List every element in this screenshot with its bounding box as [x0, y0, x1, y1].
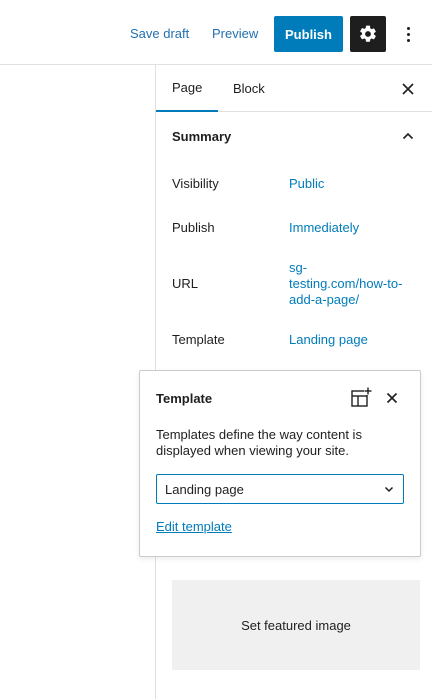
- visibility-toggle[interactable]: Public: [289, 176, 324, 192]
- tab-page[interactable]: Page: [156, 65, 219, 112]
- url-label: URL: [172, 276, 199, 291]
- publish-date-label: Publish: [172, 220, 215, 235]
- chevron-up-icon: [396, 124, 420, 148]
- template-description: Templates define the way content is disp…: [156, 427, 362, 458]
- add-template-icon: [351, 387, 372, 407]
- featured-image-label: Set featured image: [241, 617, 351, 633]
- preview-button[interactable]: Preview: [212, 26, 258, 42]
- publish-button[interactable]: Publish: [274, 16, 343, 52]
- template-label: Template: [172, 332, 225, 347]
- close-popover-button[interactable]: [380, 386, 404, 410]
- more-options-button[interactable]: [396, 22, 420, 46]
- close-icon: [386, 392, 398, 404]
- url-line: add-a-page/: [289, 292, 360, 307]
- template-popover: Template Templates define the way conten…: [139, 370, 421, 557]
- template-select[interactable]: Landing page: [156, 474, 404, 504]
- close-icon: [402, 83, 414, 95]
- popover-title: Template: [156, 391, 213, 406]
- url-line: sg-: [289, 260, 308, 275]
- vertical-ellipsis-icon: [406, 26, 410, 30]
- close-sidebar-button[interactable]: [396, 77, 420, 101]
- template-toggle[interactable]: Landing page: [289, 332, 368, 348]
- edit-template-link[interactable]: Edit template: [156, 519, 232, 534]
- add-template-button[interactable]: [349, 386, 373, 410]
- set-featured-image-button[interactable]: Set featured image: [172, 580, 420, 670]
- settings-button[interactable]: [350, 16, 386, 52]
- publish-date-toggle[interactable]: Immediately: [289, 220, 359, 236]
- tab-block-label: Block: [233, 81, 265, 96]
- publish-button-label: Publish: [285, 26, 332, 42]
- visibility-label: Visibility: [172, 176, 219, 191]
- save-draft-button[interactable]: Save draft: [130, 26, 189, 42]
- gear-icon: [360, 25, 376, 42]
- url-line: testing.com/how-to-: [289, 276, 403, 291]
- tab-page-label: Page: [172, 80, 203, 95]
- editor-header: Save draft Preview Publish: [0, 0, 432, 65]
- template-select-value: Landing page: [165, 481, 244, 497]
- url-toggle[interactable]: sg- testing.com/how-to- add-a-page/: [289, 260, 424, 308]
- chevron-down-icon: [381, 481, 397, 497]
- summary-panel-toggle[interactable]: Summary: [156, 112, 432, 160]
- sidebar-tabs: Page Block: [156, 65, 432, 112]
- summary-title: Summary: [172, 128, 232, 144]
- tab-block[interactable]: Block: [233, 65, 265, 112]
